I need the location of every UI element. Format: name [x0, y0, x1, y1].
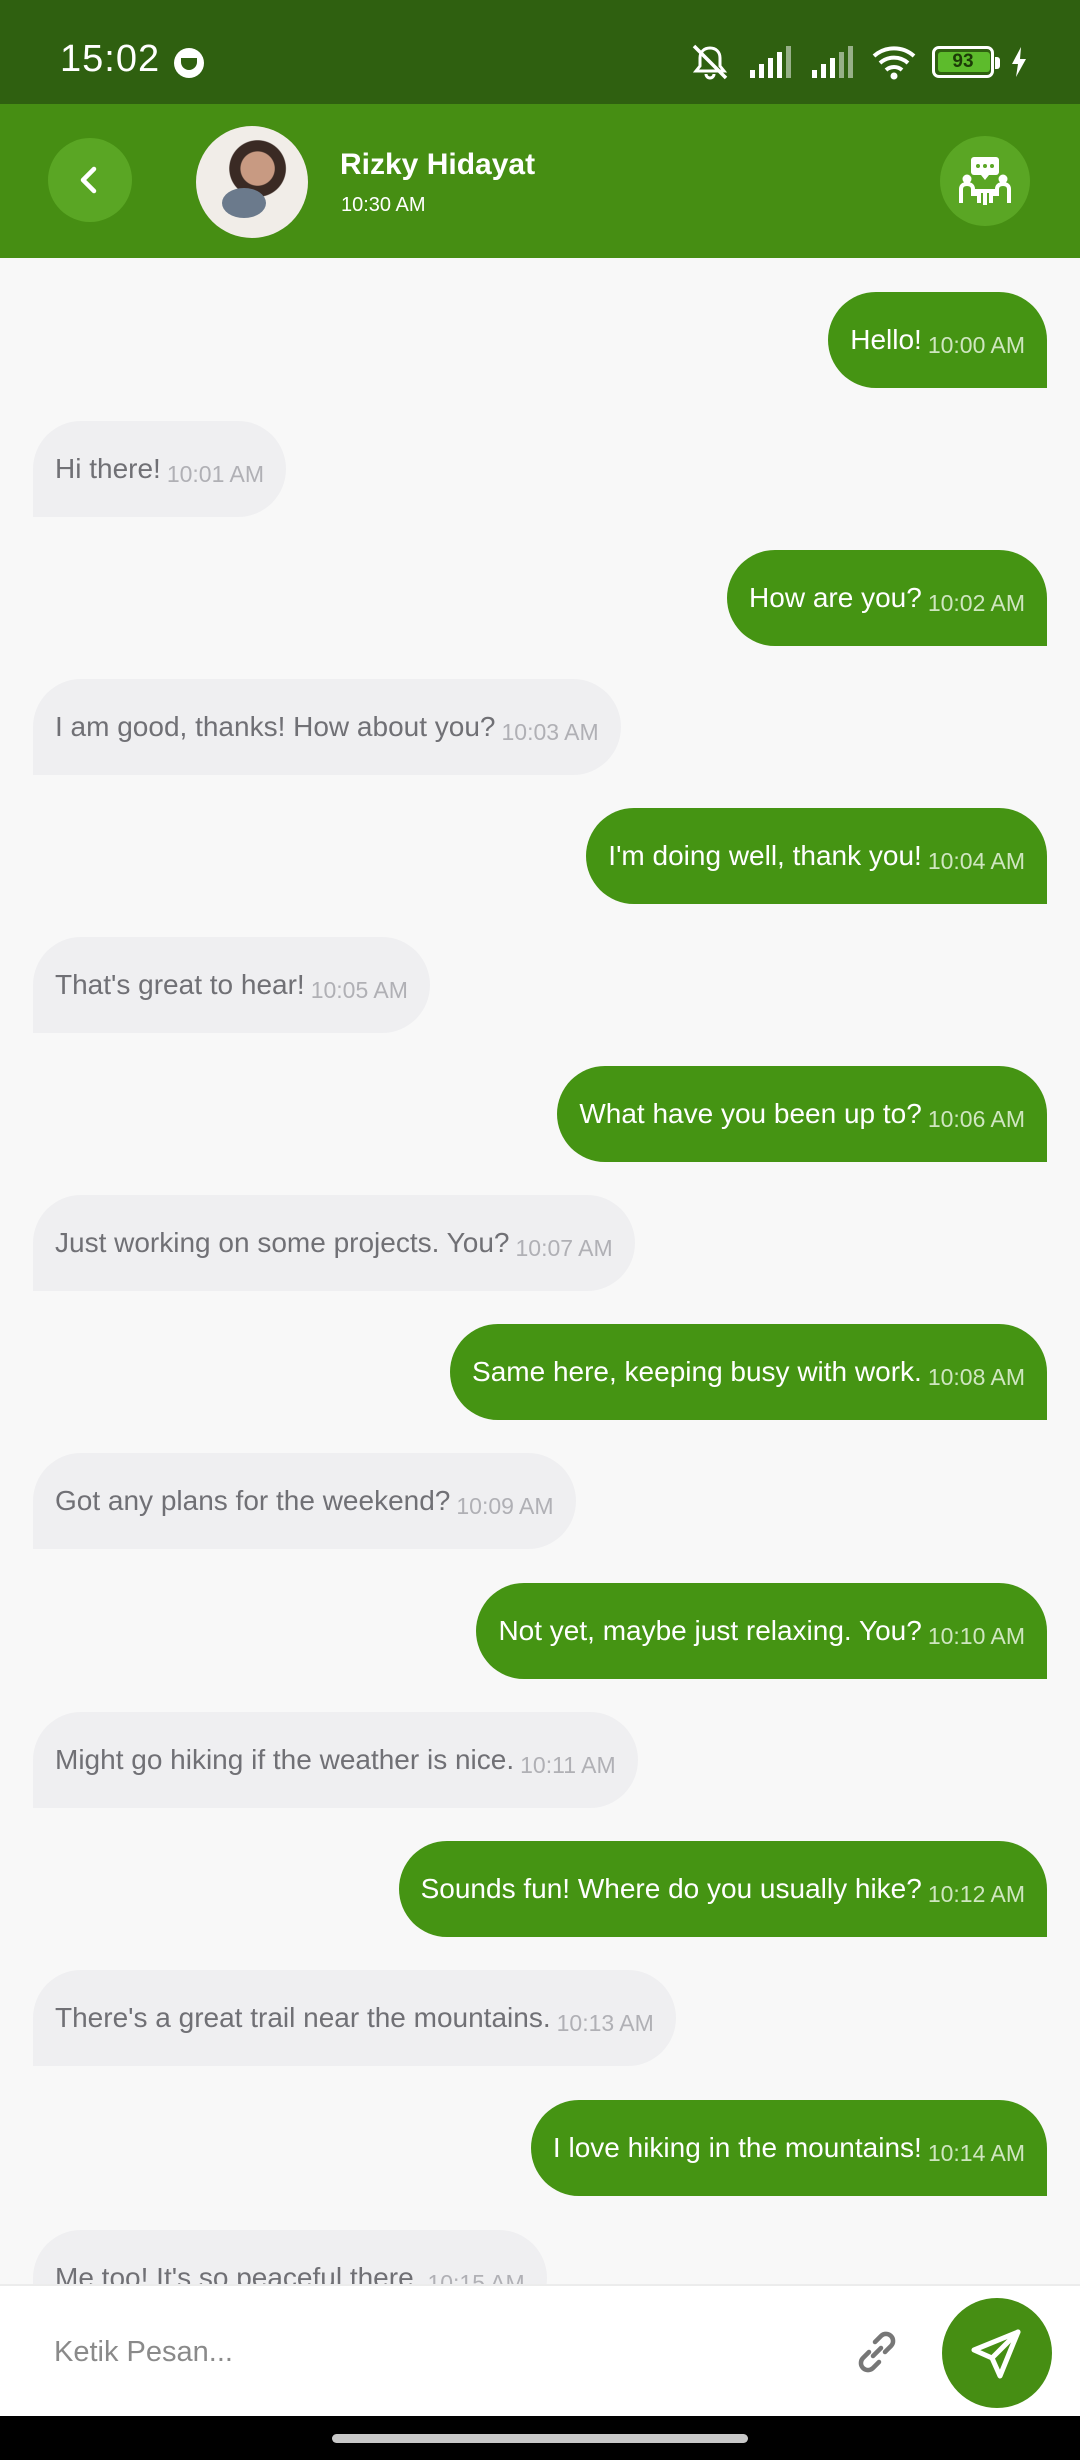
contact-last-seen: 10:30 AM — [341, 194, 426, 216]
signal-icon — [812, 46, 853, 78]
message-time: 10:04 AM — [927, 847, 1025, 874]
status-bar: 15:02 93 — [0, 0, 1080, 104]
message-bubble-received[interactable]: Just working on some projects. You? 10:07… — [33, 1195, 635, 1291]
message-bubble-sent[interactable]: How are you? 10:02 AM — [727, 550, 1047, 646]
message-input[interactable] — [54, 2322, 814, 2382]
system-nav-bar — [0, 2416, 1080, 2460]
support-button[interactable] — [940, 136, 1030, 226]
message-text: Just working on some projects. You? — [55, 1227, 510, 1258]
message-time: 10:05 AM — [310, 976, 408, 1003]
send-icon — [971, 2329, 1021, 2379]
chevron-left-icon — [80, 166, 97, 194]
composer-bar — [0, 2284, 1080, 2416]
status-icons: 93 — [688, 42, 1028, 82]
charging-icon — [1012, 47, 1026, 77]
message-text: There's a great trail near the mountains… — [55, 2002, 551, 2033]
message-bubble-sent[interactable]: What have you been up to? 10:06 AM — [557, 1066, 1047, 1162]
message-time: 10:09 AM — [456, 1492, 554, 1519]
message-text: Got any plans for the weekend? — [55, 1485, 451, 1516]
message-list[interactable]: Hello! 10:00 AM Hi there! 10:01 AM How are… — [0, 258, 1080, 2286]
message-time: 10:06 AM — [927, 1105, 1025, 1132]
message-text: What have you been up to? — [579, 1098, 922, 1129]
message-bubble-sent[interactable]: I love hiking in the mountains! 10:14 AM — [530, 2100, 1047, 2196]
message-time: 10:01 AM — [166, 460, 265, 487]
message-text: Not yet, maybe just relaxing. You? — [498, 1615, 922, 1646]
mute-icon — [692, 44, 728, 80]
back-button[interactable] — [48, 138, 132, 222]
wifi-icon — [872, 46, 916, 80]
message-time: 10:03 AM — [501, 718, 599, 745]
link-icon — [858, 2331, 896, 2373]
message-bubble-received[interactable]: Got any plans for the weekend? 10:09 AM — [33, 1453, 576, 1549]
message-time: 10:10 AM — [927, 1622, 1025, 1649]
face-icon — [174, 48, 204, 78]
message-time: 10:02 AM — [927, 589, 1025, 616]
signal-icon — [750, 46, 791, 78]
message-bubble-sent[interactable]: Hello! 10:00 AM — [828, 292, 1047, 388]
message-bubble-received[interactable]: Me too! It's so peaceful there. 10:15 AM — [33, 2230, 547, 2286]
message-text: Might go hiking if the weather is nice. — [55, 1744, 515, 1775]
message-time: 10:13 AM — [556, 2009, 654, 2036]
message-time: 10:11 AM — [520, 1751, 616, 1778]
message-text: Me too! It's so peaceful there. — [55, 2262, 422, 2286]
send-button[interactable] — [942, 2298, 1052, 2408]
message-time: 10:00 AM — [927, 331, 1025, 358]
message-text: Sounds fun! Where do you usually hike? — [420, 1873, 922, 1904]
message-bubble-received[interactable]: Might go hiking if the weather is nice. 1… — [33, 1712, 638, 1808]
message-time: 10:07 AM — [515, 1234, 613, 1261]
message-text: I'm doing well, thank you! — [608, 840, 922, 871]
battery-icon: 93 — [932, 46, 1000, 78]
message-text: Hello! — [850, 324, 922, 355]
contact-name: Rizky Hidayat — [340, 148, 536, 181]
message-bubble-received[interactable]: That's great to hear! 10:05 AM — [33, 937, 430, 1033]
status-time: 15:02 — [60, 38, 161, 80]
message-bubble-sent[interactable]: Not yet, maybe just relaxing. You? 10:10 … — [476, 1583, 1047, 1679]
message-bubble-received[interactable]: I am good, thanks! How about you? 10:03 A… — [33, 679, 621, 775]
message-bubble-received[interactable]: There's a great trail near the mountains… — [33, 1970, 676, 2066]
home-indicator[interactable] — [332, 2434, 748, 2443]
message-text: I am good, thanks! How about you? — [55, 711, 496, 742]
battery-level: 93 — [952, 51, 974, 72]
message-text: How are you? — [749, 582, 922, 613]
message-bubble-sent[interactable]: I'm doing well, thank you! 10:04 AM — [586, 808, 1047, 904]
message-text: That's great to hear! — [55, 969, 305, 1000]
message-time: 10:08 AM — [927, 1363, 1025, 1390]
message-text: Hi there! — [55, 453, 161, 484]
attach-button[interactable] — [845, 2320, 909, 2384]
message-time: 10:12 AM — [927, 1880, 1025, 1907]
message-text: Same here, keeping busy with work. — [472, 1356, 922, 1387]
chat-header: Rizky Hidayat 10:30 AM — [0, 104, 1080, 258]
avatar[interactable] — [196, 126, 308, 238]
message-bubble-sent[interactable]: Sounds fun! Where do you usually hike? 10… — [398, 1841, 1047, 1937]
consultation-icon — [959, 157, 1011, 205]
message-text: I love hiking in the mountains! — [552, 2132, 922, 2163]
message-bubble-sent[interactable]: Same here, keeping busy with work. 10:08 … — [450, 1324, 1047, 1420]
message-time: 10:14 AM — [927, 2139, 1025, 2166]
message-time: 10:15 AM — [427, 2269, 525, 2287]
message-bubble-received[interactable]: Hi there! 10:01 AM — [33, 421, 287, 517]
